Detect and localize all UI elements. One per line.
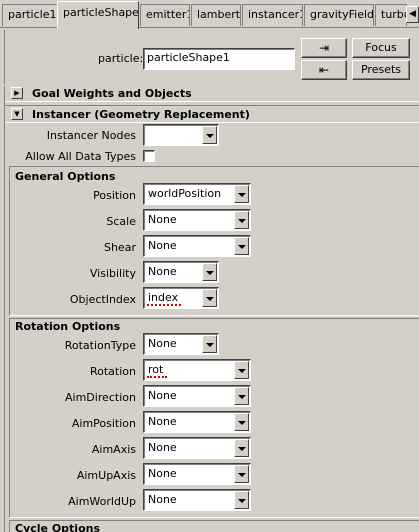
objectindex-label: ObjectIndex [69, 293, 136, 306]
chevron-down-icon [234, 211, 249, 229]
rotationtype-label: RotationType [64, 339, 136, 352]
chevron-down-icon [234, 387, 249, 405]
chevron-down-icon [202, 289, 217, 307]
dropdown-value: None [148, 213, 177, 226]
tab-label: gravityField1 [310, 8, 374, 21]
frame-goal-weights[interactable]: ▶ Goal Weights and Objects [5, 86, 419, 102]
chevron-down-icon [202, 335, 217, 353]
rotation-label: Rotation [89, 365, 136, 378]
chevron-down-icon [202, 126, 217, 144]
focus-label: Focus [365, 41, 397, 54]
aimposition-label: AimPosition [71, 417, 136, 430]
spellcheck-underline [147, 304, 181, 306]
aimworldup-label: AimWorldUp [68, 495, 136, 508]
particle-name-value: particleShape1 [147, 51, 230, 64]
frame-title: Goal Weights and Objects [32, 87, 192, 100]
tab-label: particleShape1 [63, 6, 139, 19]
chevron-down-icon [234, 413, 249, 431]
dropdown-value: rot [148, 363, 164, 376]
focus-button[interactable]: Focus [352, 38, 410, 58]
chevron-down-icon [234, 361, 249, 379]
tab-particle1[interactable]: particle1 [2, 4, 58, 26]
dropdown-value: None [148, 239, 177, 252]
dropdown-value: None [148, 415, 177, 428]
dropdown-value: None [148, 389, 177, 402]
instancer-nodes-label: Instancer Nodes [46, 129, 136, 142]
rotationtype-dropdown[interactable]: None [143, 333, 219, 355]
particle-label: particle: [98, 52, 144, 65]
chevron-down-icon [202, 263, 217, 281]
aimaxis-label: AimAxis [91, 443, 136, 456]
objectindex-dropdown[interactable]: index [143, 287, 219, 309]
dropdown-value: None [148, 493, 177, 506]
tab-label: particle1 [8, 8, 57, 21]
tab-emitter1[interactable]: emitter1 [140, 4, 190, 26]
input-arrow-icon: ⇥ [318, 41, 330, 55]
allow-all-data-types-checkbox[interactable] [143, 150, 155, 162]
aimupaxis-dropdown[interactable]: None [143, 463, 251, 485]
dropdown-value: worldPosition [148, 187, 222, 200]
tab-bar: particle1 particleShape1 emitter1 lamber… [0, 0, 419, 29]
dropdown-value: None [148, 265, 177, 278]
aimdirection-label: AimDirection [65, 391, 136, 404]
position-label: Position [93, 189, 136, 202]
dropdown-value: None [148, 467, 177, 480]
aimworldup-dropdown[interactable]: None [143, 489, 251, 511]
output-connections-button[interactable]: ⇤ [301, 60, 347, 80]
tab-lambert1[interactable]: lambert1 [191, 4, 241, 26]
spellcheck-underline [147, 376, 167, 378]
dropdown-value: None [148, 441, 177, 454]
tab-label: turbu [381, 8, 406, 21]
tab-label: emitter1 [146, 8, 190, 21]
tab-gravityfield1[interactable]: gravityField1 [304, 4, 374, 26]
collapse-arrow-icon[interactable]: ▼ [11, 108, 23, 120]
shear-dropdown[interactable]: None [143, 235, 251, 257]
visibility-dropdown[interactable]: None [143, 261, 219, 283]
scale-dropdown[interactable]: None [143, 209, 251, 231]
chevron-down-icon [234, 465, 249, 483]
dropdown-value: None [148, 337, 177, 350]
chevron-down-icon [234, 439, 249, 457]
input-connections-button[interactable]: ⇥ [301, 38, 347, 58]
presets-button[interactable]: Presets [352, 60, 410, 80]
allow-all-data-types-label: Allow All Data Types [25, 150, 136, 163]
tab-turbu[interactable]: turbu [375, 4, 407, 26]
rotation-options-title: Rotation Options [15, 320, 121, 333]
shear-label: Shear [104, 241, 136, 254]
tab-particleshape1[interactable]: particleShape1 [57, 1, 139, 29]
attribute-editor-content: ▶ Goal Weights and Objects ▼ Instancer (… [4, 86, 419, 532]
chevron-down-icon [234, 491, 249, 509]
scale-label: Scale [106, 215, 136, 228]
aimdirection-dropdown[interactable]: None [143, 385, 251, 407]
tab-scroll-left-icon[interactable]: ◀ [406, 6, 419, 23]
tab-instancer1[interactable]: instancer1 [242, 4, 303, 26]
frame-instancer[interactable]: ▼ Instancer (Geometry Replacement) [5, 105, 419, 123]
instancer-nodes-dropdown[interactable] [143, 124, 219, 146]
chevron-down-icon [234, 185, 249, 203]
tab-label: lambert1 [197, 8, 241, 21]
output-arrow-icon: ⇤ [318, 63, 330, 77]
particle-name-field[interactable]: particleShape1 [143, 48, 295, 70]
aimposition-dropdown[interactable]: None [143, 411, 251, 433]
presets-label: Presets [360, 63, 402, 76]
aimaxis-dropdown[interactable]: None [143, 437, 251, 459]
expand-arrow-icon[interactable]: ▶ [11, 87, 23, 99]
cycle-options-title: Cycle Options [15, 522, 101, 532]
dropdown-value: index [148, 291, 179, 304]
visibility-label: Visibility [89, 267, 136, 280]
aimupaxis-label: AimUpAxis [76, 469, 136, 482]
frame-title: Instancer (Geometry Replacement) [32, 108, 250, 121]
tab-label: instancer1 [248, 8, 303, 21]
node-header: particle: particleShape1 ⇥ ⇤ Focus Prese… [4, 30, 419, 84]
general-options-title: General Options [15, 170, 116, 183]
position-dropdown[interactable]: worldPosition [143, 183, 251, 205]
chevron-down-icon [234, 237, 249, 255]
rotation-dropdown[interactable]: rot [143, 359, 251, 381]
